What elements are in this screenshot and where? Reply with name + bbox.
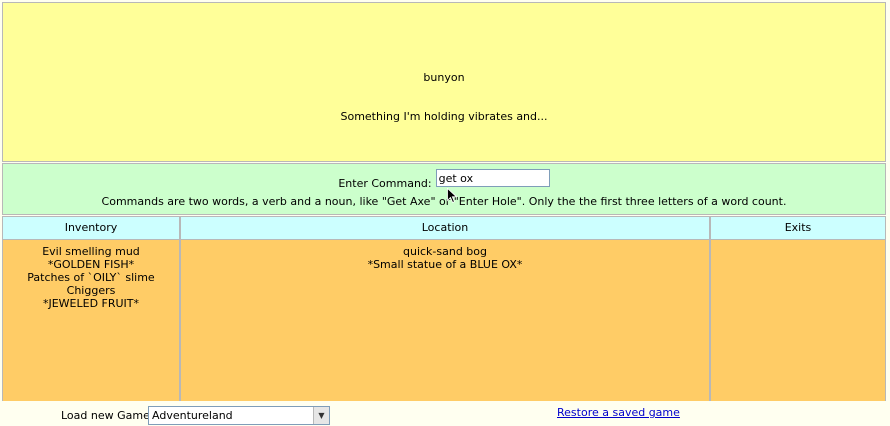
- inventory-list: Evil smelling mud *GOLDEN FISH* Patches …: [3, 240, 179, 401]
- command-label: Enter Command:: [338, 176, 432, 190]
- command-hint: Commands are two words, a verb and a nou…: [101, 195, 787, 208]
- inventory-panel: Inventory Evil smelling mud *GOLDEN FISH…: [2, 216, 180, 401]
- exits-header: Exits: [711, 217, 885, 240]
- footer-bar: Load new Game: Adventureland ▼ Restore a…: [0, 404, 890, 426]
- command-input[interactable]: [435, 169, 550, 187]
- inventory-item: *GOLDEN FISH*: [47, 258, 135, 271]
- inventory-header: Inventory: [3, 217, 179, 240]
- restore-game-link[interactable]: Restore a saved game: [557, 406, 680, 419]
- inventory-item: Evil smelling mud: [42, 245, 140, 258]
- load-game-label: Load new Game:: [61, 409, 154, 422]
- location-name: quick-sand bog: [402, 245, 487, 258]
- game-select[interactable]: Adventureland ▼: [148, 406, 330, 425]
- game-select-value: Adventureland: [152, 409, 233, 422]
- command-row: Enter Command:: [3, 169, 885, 191]
- command-panel: Enter Command: Commands are two words, a…: [2, 163, 886, 215]
- message-line-event: Something I'm holding vibrates and...: [340, 110, 548, 123]
- chevron-down-icon[interactable]: ▼: [313, 407, 329, 424]
- exits-panel: Exits: [710, 216, 886, 401]
- inventory-item: Chiggers: [66, 284, 116, 297]
- location-list: quick-sand bog *Small statue of a BLUE O…: [181, 240, 709, 401]
- message-panel: bunyon Something I'm holding vibrates an…: [2, 2, 886, 162]
- message-line-room: bunyon: [423, 71, 465, 84]
- inventory-item: Patches of `OILY` slime: [27, 271, 155, 284]
- inventory-item: *JEWELED FRUIT*: [42, 297, 140, 310]
- location-object: *Small statue of a BLUE OX*: [367, 258, 523, 271]
- exits-list: [711, 240, 885, 401]
- mouse-pointer-icon: [447, 188, 457, 204]
- location-header: Location: [181, 217, 709, 240]
- location-panel: Location quick-sand bog *Small statue of…: [180, 216, 710, 401]
